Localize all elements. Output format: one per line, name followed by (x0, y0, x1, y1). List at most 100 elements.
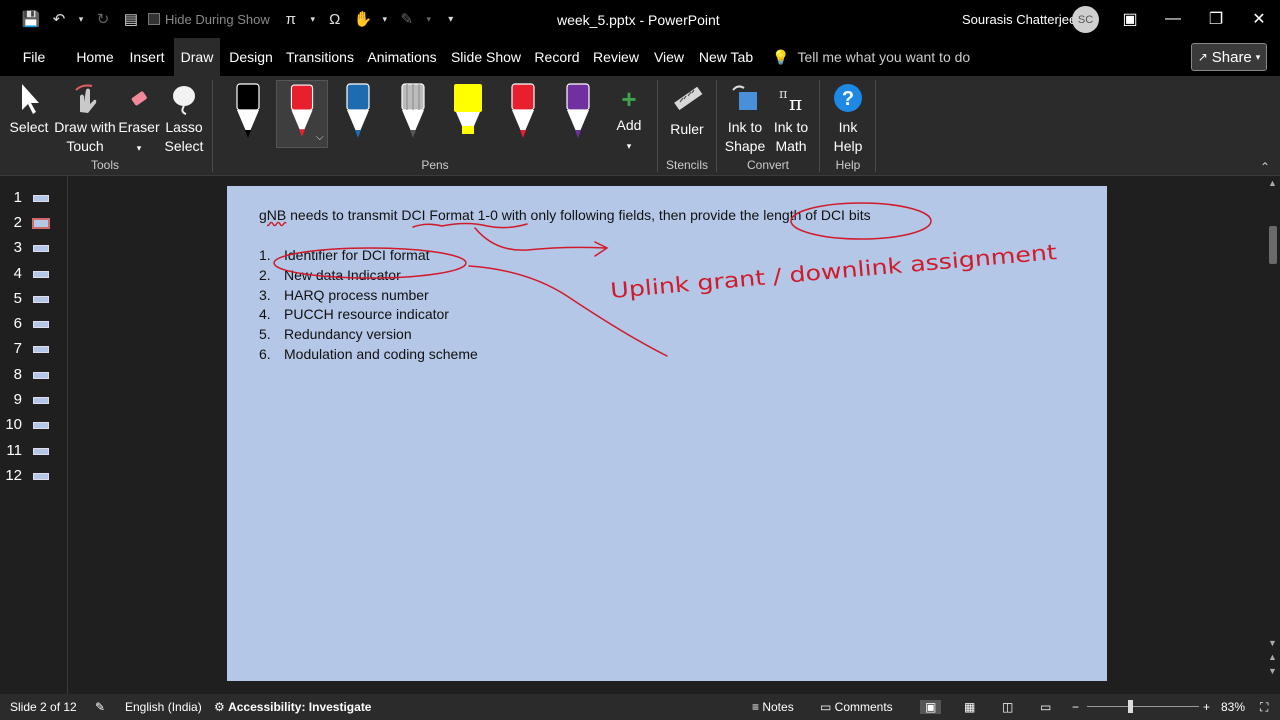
equation-dropdown-icon[interactable]: ▾ (308, 8, 318, 30)
touch-mode-dropdown-icon[interactable]: ▾ (380, 8, 390, 30)
ink-to-shape-button[interactable]: Ink to Shape (722, 82, 768, 156)
scroll-down-icon[interactable]: ▼ (1268, 638, 1277, 648)
slide-thumbnail[interactable]: 8 (0, 364, 68, 386)
tab-transitions[interactable]: Transitions (283, 38, 357, 76)
ink-help-button[interactable]: ? Ink Help (826, 82, 870, 156)
draw-with-touch-button[interactable]: Draw with Touch (52, 82, 118, 156)
select-button[interactable]: Select (8, 82, 50, 137)
pen-dropdown-icon[interactable]: ▾ (424, 8, 434, 30)
pen-purple-icon[interactable] (552, 80, 604, 144)
slide-thumbnail[interactable]: 10 (0, 414, 68, 436)
pen-red-dropdown-icon[interactable]: ⌵ (316, 132, 324, 143)
tab-file[interactable]: File (14, 38, 54, 76)
highlighter-yellow-icon[interactable] (442, 80, 494, 144)
vertical-scrollbar[interactable]: ▲ ▼ ▲ ▼ (1266, 176, 1280, 694)
tab-draw[interactable]: Draw (174, 38, 220, 76)
slide-thumbnail[interactable]: 4 (0, 263, 68, 285)
notes-button[interactable]: ≡ Notes (752, 700, 794, 714)
symbol-icon[interactable]: Ω (324, 8, 346, 30)
scroll-up-icon[interactable]: ▲ (1268, 178, 1277, 188)
ink-to-math-button[interactable]: ππ Ink to Math (768, 82, 814, 156)
restore-icon[interactable]: ❐ (1202, 5, 1230, 33)
tab-slide-show[interactable]: Slide Show (448, 38, 524, 76)
normal-view-icon[interactable]: ▣ (920, 700, 942, 714)
undo-icon[interactable]: ↶ (48, 8, 70, 30)
zoom-in-icon[interactable]: + (1203, 700, 1210, 714)
slide-thumbnail[interactable]: 12 (0, 465, 68, 487)
tell-me-search[interactable]: 💡 Tell me what you want to do (772, 38, 970, 76)
ink-underline-format (412, 222, 528, 229)
spellcheck-icon[interactable]: ✎ (95, 700, 105, 714)
pen-black-icon[interactable] (222, 80, 274, 144)
slide-thumbnail-pane: 1 2 3 4 5 6 7 8 9 10 11 12 (0, 176, 68, 694)
tab-view[interactable]: View (649, 38, 689, 76)
zoom-out-icon[interactable]: − (1072, 700, 1079, 714)
user-name[interactable]: Sourasis Chatterjee (962, 12, 1076, 27)
tab-design[interactable]: Design (224, 38, 278, 76)
slide-sorter-icon[interactable]: ▦ (964, 700, 975, 714)
editor-area: 1 2 3 4 5 6 7 8 9 10 11 12 gNB needs to … (0, 176, 1280, 694)
cursor-arrow-icon (22, 84, 39, 114)
share-button[interactable]: ↗ Share ▾ (1191, 43, 1267, 71)
close-icon[interactable]: ✕ (1245, 5, 1273, 33)
tab-review[interactable]: Review (591, 38, 641, 76)
pen-blue-icon[interactable] (332, 80, 384, 144)
undo-dropdown-icon[interactable]: ▾ (76, 8, 86, 30)
zoom-slider-track[interactable] (1087, 706, 1199, 707)
accessibility-icon: ⚙ (214, 700, 229, 714)
slide-canvas[interactable]: gNB needs to transmit DCI Format 1-0 wit… (227, 186, 1107, 681)
lightbulb-icon: 💡 (772, 49, 790, 65)
avatar[interactable]: SC (1072, 6, 1099, 33)
add-pen-dropdown-icon[interactable]: ▾ (627, 141, 632, 151)
reading-view-icon[interactable]: ◫ (1002, 700, 1013, 714)
lasso-select-button[interactable]: Lasso Select (162, 82, 206, 156)
ruler-button[interactable]: Ruler (664, 82, 710, 139)
previous-slide-icon[interactable]: ▲ (1268, 652, 1277, 662)
eraser-button[interactable]: Eraser ▾ (118, 82, 160, 158)
share-dropdown-icon: ▾ (1255, 51, 1261, 62)
touch-hand-icon (75, 84, 97, 113)
fit-to-window-icon[interactable]: ⛶ (1260, 700, 1268, 715)
scrollbar-thumb[interactable] (1269, 226, 1277, 264)
hide-during-show-toggle[interactable]: Hide During Show (148, 12, 270, 27)
accessibility-status[interactable]: ⚙ Accessibility: Investigate (214, 700, 371, 714)
pencil-gray-icon[interactable] (387, 80, 439, 144)
next-slide-icon[interactable]: ▼ (1268, 666, 1277, 676)
touch-mode-icon[interactable]: ✋ (352, 8, 374, 30)
slide-thumbnail[interactable]: 11 (0, 440, 68, 462)
tab-insert[interactable]: Insert (124, 38, 170, 76)
slide-thumbnail[interactable]: 9 (0, 389, 68, 411)
equation-icon[interactable]: π (280, 8, 302, 30)
ribbon-display-icon[interactable]: ▣ (1116, 5, 1144, 33)
pen-red-2-icon[interactable] (497, 80, 549, 144)
tab-home[interactable]: Home (70, 38, 120, 76)
zoom-slider-thumb[interactable] (1128, 700, 1133, 713)
language-indicator[interactable]: English (India) (125, 700, 202, 714)
share-icon: ↗ (1197, 50, 1208, 64)
group-label-pens: Pens (421, 158, 449, 172)
customize-qat-icon[interactable]: ▾ (440, 8, 462, 30)
slide-thumbnail[interactable]: 6 (0, 313, 68, 335)
pen-tool-icon[interactable]: ✎ (396, 8, 418, 30)
slide-thumbnail[interactable]: 5 (0, 288, 68, 310)
tab-animations[interactable]: Animations (364, 38, 440, 76)
comments-button[interactable]: ▭ Comments (820, 700, 893, 714)
present-icon[interactable]: ▤ (120, 8, 142, 30)
ink-handwriting: Uplink grant / downlink assignment (609, 240, 1057, 303)
eraser-dropdown-icon[interactable]: ▾ (137, 143, 142, 153)
redo-icon[interactable]: ↻ (92, 8, 114, 30)
minimize-icon[interactable]: — (1159, 5, 1187, 33)
save-icon[interactable]: 💾 (20, 8, 42, 30)
status-bar: Slide 2 of 12 ✎ English (India) ⚙ Access… (0, 694, 1280, 720)
slide-thumbnail[interactable]: 7 (0, 338, 68, 360)
slide-thumbnail[interactable]: 1 (0, 187, 68, 209)
slide-thumbnail[interactable]: 3 (0, 237, 68, 259)
tab-new-tab[interactable]: New Tab (696, 38, 756, 76)
collapse-ribbon-icon[interactable]: ⌃ (1260, 160, 1270, 174)
add-pen-button[interactable]: + Add ▾ (610, 84, 648, 156)
group-label-convert: Convert (746, 158, 790, 172)
slide-thumbnail-active[interactable]: 2 (0, 212, 68, 234)
tab-record[interactable]: Record (530, 38, 584, 76)
slideshow-view-icon[interactable]: ▭ (1040, 700, 1051, 714)
zoom-level[interactable]: 83% (1221, 700, 1245, 714)
